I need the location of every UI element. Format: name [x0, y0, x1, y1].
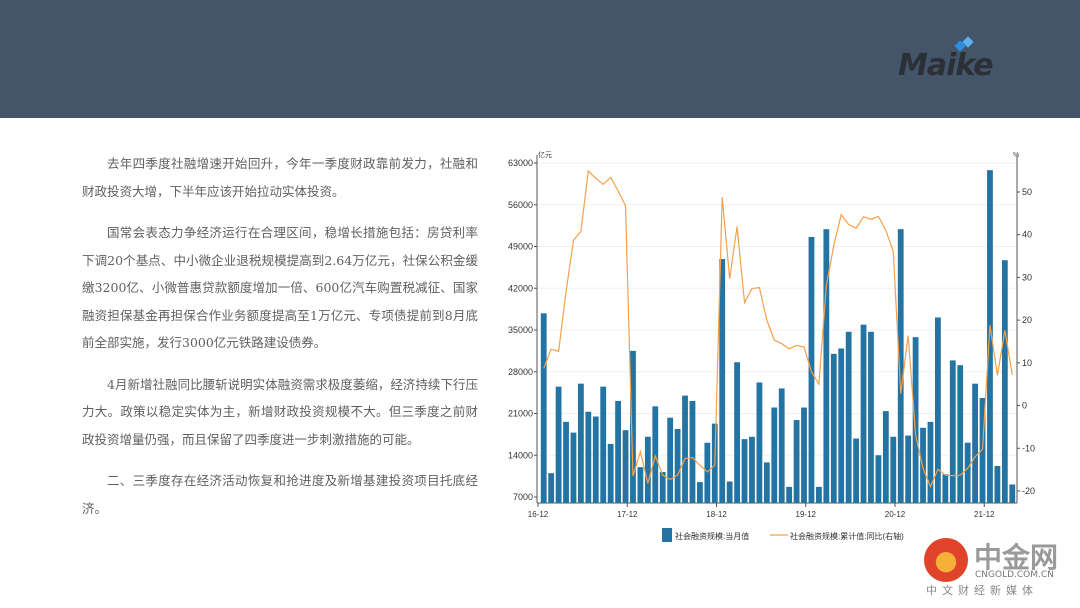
yoy-line	[543, 169, 1013, 489]
legend-bar-label: 社会融资规模:当月值	[675, 531, 749, 541]
bar	[756, 382, 763, 503]
bar	[816, 486, 822, 503]
y-tick-label: 56000	[508, 200, 533, 210]
bar	[964, 442, 971, 503]
bar	[860, 324, 867, 503]
x-tick-label: 18-12	[706, 510, 727, 519]
bar	[719, 259, 726, 503]
bar	[942, 474, 949, 503]
y-tick-label: 49000	[508, 242, 533, 252]
x-tick-label: 19-12	[796, 510, 817, 519]
bar	[838, 348, 845, 503]
bar	[548, 473, 555, 503]
bar	[749, 436, 755, 503]
bar	[578, 383, 584, 503]
bar	[801, 407, 807, 503]
bar	[600, 386, 607, 503]
bar	[726, 481, 733, 503]
bar	[689, 400, 696, 503]
bar	[927, 421, 934, 503]
y2-tick-label: 50	[1022, 187, 1032, 197]
cngold-logo-icon	[924, 538, 968, 582]
bar	[875, 455, 882, 503]
legend-bar-swatch	[662, 528, 672, 542]
bar	[1001, 260, 1008, 503]
x-tick-label: 16-12	[528, 510, 549, 519]
x-tick-label: 20-12	[885, 510, 906, 519]
bar	[741, 439, 748, 503]
bar	[697, 482, 703, 503]
legend-line-label: 社会融资规模:累计值:同比(右轴)	[790, 531, 904, 541]
bar	[823, 229, 830, 504]
y2-tick-label: -10	[1022, 443, 1035, 453]
bar	[882, 411, 889, 503]
bar	[630, 350, 636, 503]
bar	[570, 432, 577, 503]
bar	[957, 365, 964, 503]
y2-axis-unit: %	[1013, 152, 1019, 159]
y2-tick-label: 10	[1022, 358, 1032, 368]
bar	[563, 421, 569, 503]
bar	[1009, 484, 1016, 503]
bar	[644, 436, 651, 503]
y-tick-label: 28000	[508, 367, 533, 377]
watermark-url: CNGOLD.COM.CN	[975, 570, 1054, 580]
bar	[615, 400, 621, 503]
bar	[845, 331, 852, 503]
bar	[830, 353, 837, 503]
y2-tick-label: 40	[1022, 230, 1032, 240]
bar	[905, 435, 912, 503]
bar	[994, 465, 1001, 503]
bar	[771, 407, 778, 503]
bar	[555, 386, 562, 503]
bar	[540, 313, 547, 503]
y2-tick-label: 20	[1022, 315, 1032, 325]
bar	[704, 442, 711, 503]
y-tick-label: 7000	[513, 492, 533, 502]
bar	[674, 429, 681, 503]
y2-tick-label: 0	[1022, 401, 1027, 411]
bar	[912, 337, 919, 503]
bar	[920, 427, 926, 503]
bar	[607, 443, 614, 503]
x-tick-label: 21-12	[974, 510, 995, 519]
bar	[622, 430, 629, 503]
bar	[786, 486, 793, 503]
bar	[763, 462, 770, 503]
y2-tick-label: -20	[1022, 486, 1035, 496]
bar	[853, 438, 859, 503]
bar	[682, 395, 688, 503]
bar	[778, 388, 785, 503]
bar	[667, 417, 674, 503]
bar	[734, 362, 740, 503]
y-tick-label: 14000	[508, 450, 533, 460]
cngold-watermark: 中金网 CNGOLD.COM.CN 中文财经新媒体	[922, 536, 1072, 600]
y-tick-label: 63000	[508, 158, 533, 168]
bar	[890, 436, 897, 503]
bar	[585, 411, 592, 503]
bar	[793, 420, 800, 503]
y-tick-label: 21000	[508, 409, 533, 419]
watermark-tagline: 中文财经新媒体	[926, 584, 1038, 597]
y-tick-label: 35000	[508, 325, 533, 335]
y-axis-unit: 亿元	[538, 150, 552, 159]
bar	[637, 467, 644, 503]
bar	[949, 360, 956, 503]
social-financing-chart: 63000 56000 49000 42000 35000 28000 21000 14000…	[508, 150, 1035, 542]
y-tick-label: 42000	[508, 283, 533, 293]
bar	[972, 383, 978, 503]
x-tick-label: 17-12	[617, 510, 638, 519]
bar	[868, 331, 874, 503]
y2-tick-label: 30	[1022, 272, 1032, 282]
bar	[592, 416, 599, 503]
